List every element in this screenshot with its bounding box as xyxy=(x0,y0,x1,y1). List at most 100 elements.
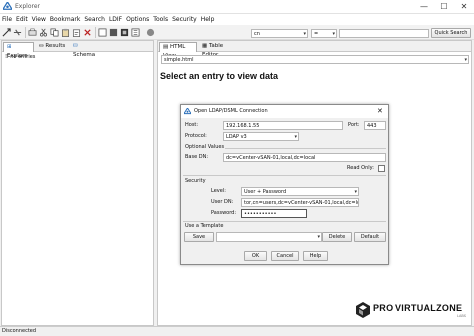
menu-bookmark[interactable]: Bookmark xyxy=(48,14,82,24)
quick-search-button[interactable]: Quick Search xyxy=(431,28,471,38)
provirtualzone-logo: PRO VIRTUALZONE LABS xyxy=(356,302,471,322)
template-combo[interactable]: ▾ xyxy=(216,232,322,242)
schema-icon: ⛁ xyxy=(73,43,78,49)
password-label: Password: xyxy=(211,210,237,216)
help-button[interactable]: Help xyxy=(303,251,328,261)
app-icon xyxy=(3,2,12,10)
template-label: Use a Template xyxy=(185,223,224,229)
status-bar: Disconnected xyxy=(0,326,474,336)
port-input[interactable]: 443 xyxy=(364,121,386,130)
maximize-button[interactable]: ☐ xyxy=(434,0,454,14)
host-input[interactable]: 192.168.1.55 xyxy=(223,121,343,130)
operator-combo[interactable]: = ▾ xyxy=(311,29,337,38)
disconnect-icon[interactable] xyxy=(13,28,22,37)
userdn-label: User DN: xyxy=(211,199,234,205)
basedn-input[interactable]: dc=vCenter-vSAN-01,local,dc=local xyxy=(223,153,386,162)
app-icon xyxy=(184,108,191,115)
chevron-down-icon: ▾ xyxy=(464,57,467,63)
tree-node-icon: ⠿ xyxy=(5,54,9,60)
window-title: Explorer xyxy=(15,3,40,10)
logo-text-virtualzone: VIRTUALZONE xyxy=(395,303,463,313)
close-button[interactable]: ✕ xyxy=(454,0,474,14)
menu-tools[interactable]: Tools xyxy=(151,14,170,24)
host-label: Host: xyxy=(185,122,199,128)
port-label: Port: xyxy=(348,122,360,128)
toolbar-separator xyxy=(95,27,96,38)
chevron-down-icon: ▾ xyxy=(303,31,306,37)
basedn-label: Base DN: xyxy=(185,154,209,160)
connection-status: Disconnected xyxy=(2,328,37,334)
menu-options[interactable]: Options xyxy=(124,14,151,24)
chevron-down-icon: ▾ xyxy=(294,134,297,140)
rename-icon[interactable] xyxy=(109,28,118,37)
logo-subtext: LABS xyxy=(457,314,466,318)
save-template-button[interactable]: Save xyxy=(184,232,214,242)
section-divider xyxy=(183,175,386,176)
tab-results-label: Results xyxy=(45,43,66,49)
template-select-value: simple.html xyxy=(164,57,194,63)
search-base-combo[interactable]: cn ▾ xyxy=(251,29,308,38)
chevron-down-icon: ▾ xyxy=(332,31,335,37)
stop-icon[interactable] xyxy=(146,28,155,37)
level-value: User + Password xyxy=(244,189,287,195)
password-input[interactable]: ••••••••••• xyxy=(241,209,307,218)
tab-results[interactable]: ⛀ Results xyxy=(36,42,69,52)
section-divider xyxy=(183,221,386,222)
binoculars-icon: ⛀ xyxy=(39,43,44,49)
paste-icon[interactable] xyxy=(61,28,70,37)
minimize-button[interactable]: — xyxy=(414,0,434,14)
search-base-value: cn xyxy=(254,31,260,37)
left-panel: ⊞ Explore ⛀ Results ⛁ Schema ⠿ no entrie… xyxy=(1,40,154,326)
security-label: Security xyxy=(185,178,206,184)
menu-help[interactable]: Help xyxy=(199,14,217,24)
readonly-label: Read Only: xyxy=(347,165,374,171)
tab-html-view[interactable]: ▤ HTML View xyxy=(159,42,197,59)
userdn-input[interactable]: tor,cn=users,dc=vCenter-vSAN-01,local,dc… xyxy=(241,198,359,207)
refresh-icon[interactable] xyxy=(131,28,140,37)
title-bar: Explorer — ☐ ✕ xyxy=(0,0,474,14)
menu-edit[interactable]: Edit xyxy=(14,14,30,24)
menu-security[interactable]: Security xyxy=(170,14,199,24)
print-icon[interactable] xyxy=(28,28,37,37)
menu-search[interactable]: Search xyxy=(82,14,107,24)
delete-template-button[interactable]: Delete xyxy=(322,232,352,242)
connect-icon[interactable] xyxy=(2,28,11,37)
level-select[interactable]: User + Password ▾ xyxy=(241,187,359,196)
cancel-button[interactable]: Cancel xyxy=(271,251,299,261)
tab-explore[interactable]: ⊞ Explore xyxy=(3,42,34,59)
menu-bar: File Edit View Bookmark Search LDIF Options Too… xyxy=(0,14,474,25)
search-icon[interactable] xyxy=(120,28,129,37)
protocol-value: LDAP v3 xyxy=(226,134,247,140)
protocol-select[interactable]: LDAP v3 ▾ xyxy=(223,132,299,141)
menu-file[interactable]: File xyxy=(0,14,14,24)
level-label: Level: xyxy=(211,188,226,194)
menu-ldif[interactable]: LDIF xyxy=(107,14,124,24)
tab-table-editor[interactable]: ▦ Table Editor xyxy=(199,42,241,58)
copy-icon[interactable] xyxy=(50,28,59,37)
default-template-button[interactable]: Default xyxy=(354,232,386,242)
template-select[interactable]: simple.html ▾ xyxy=(161,55,469,64)
tab-schema[interactable]: ⛁ Schema xyxy=(70,42,102,58)
readonly-checkbox[interactable] xyxy=(378,165,385,172)
connection-dialog: Open LDAP/DSML Connection ✕ Host: 192.16… xyxy=(180,104,389,265)
cut-icon[interactable] xyxy=(39,28,48,37)
new-entry-icon[interactable] xyxy=(98,28,107,37)
html-view-icon: ▤ xyxy=(163,44,169,50)
tab-schema-label: Schema xyxy=(73,52,96,58)
paste-alias-icon[interactable] xyxy=(72,28,81,37)
dialog-close-button[interactable]: ✕ xyxy=(377,107,383,115)
optional-values-label: Optional Values xyxy=(185,144,225,150)
explore-icon: ⊞ xyxy=(7,44,12,50)
logo-text-pro: PRO xyxy=(373,303,394,313)
toolbar-separator xyxy=(25,27,26,38)
tree-item[interactable]: ⠿ no entries xyxy=(5,54,35,61)
menu-view[interactable]: View xyxy=(30,14,48,24)
delete-icon[interactable] xyxy=(83,28,92,37)
table-icon: ▦ xyxy=(202,43,208,49)
ok-button[interactable]: OK xyxy=(244,251,267,261)
page-heading: Select an entry to view data xyxy=(160,71,279,81)
section-divider xyxy=(225,148,386,149)
logo-mark-icon xyxy=(356,302,370,318)
search-value-input[interactable] xyxy=(339,29,429,38)
chevron-down-icon: ▾ xyxy=(354,189,357,195)
